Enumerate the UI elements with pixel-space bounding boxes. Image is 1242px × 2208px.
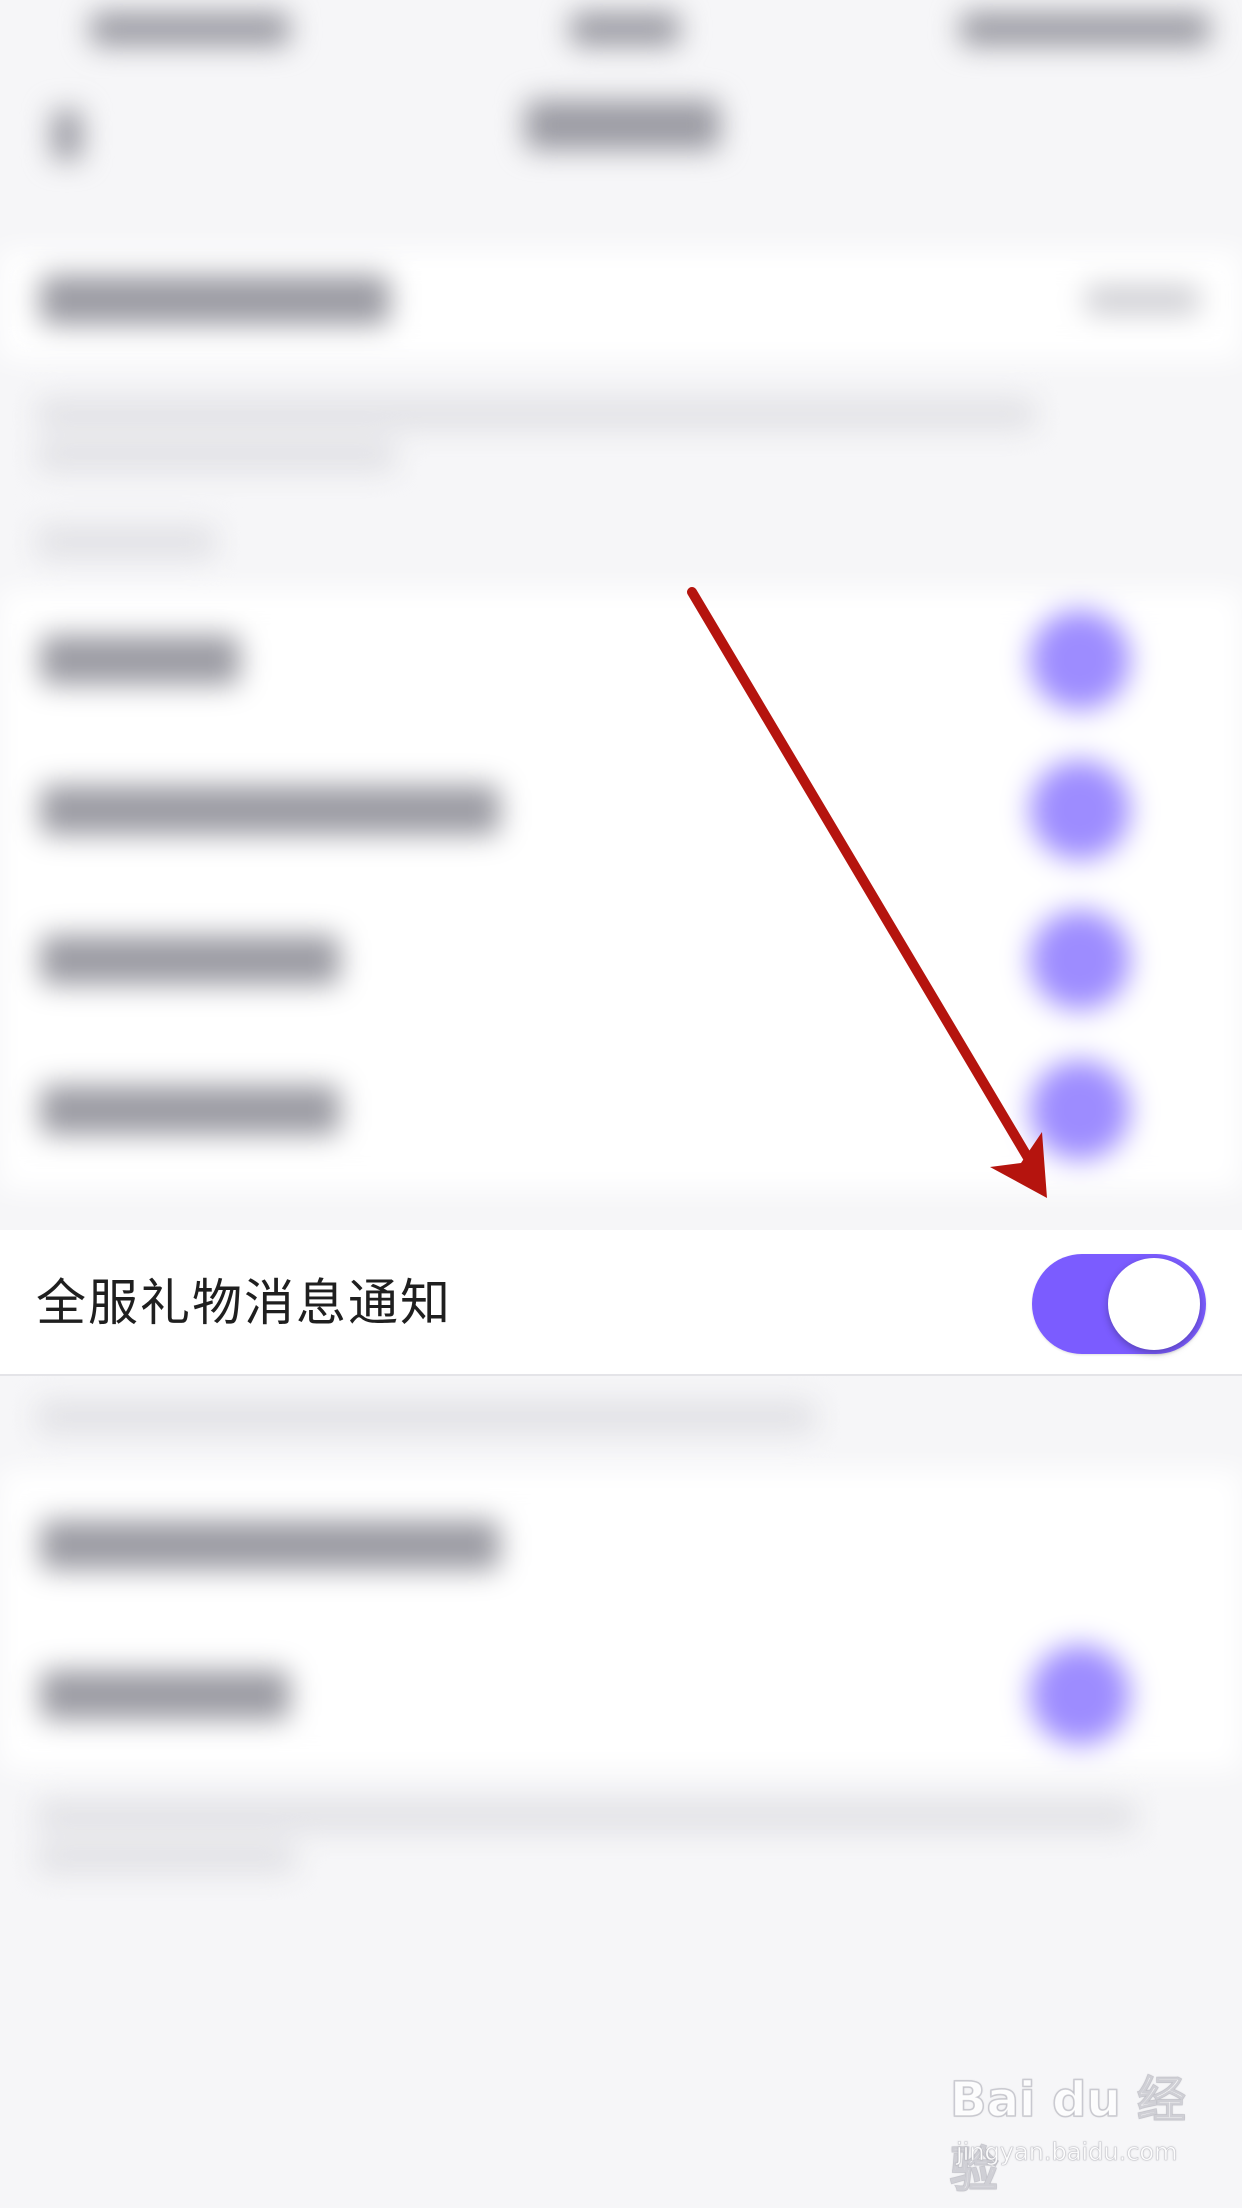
row-label [40,785,500,835]
description-line [36,440,396,472]
toggle[interactable] [1030,760,1130,860]
row-label [40,1085,340,1135]
description-line [36,398,1036,430]
back-chevron-icon[interactable] [52,110,82,160]
gift-notification-row: 全服礼物消息通知 [0,1230,1242,1376]
description-line [36,1400,816,1434]
toggle-knob [1108,1258,1200,1350]
watermark-logo: Bai du 经验 [949,2071,1186,2199]
row-value [1085,285,1200,315]
description-line [36,1842,296,1874]
blurred-background [0,0,1242,2208]
row-label [40,1670,290,1720]
row-label [40,935,340,985]
row-label [40,275,390,325]
page-title [525,100,720,150]
toggle[interactable] [1030,910,1130,1010]
status-bar-time [570,12,680,46]
gift-notification-toggle[interactable] [1032,1254,1206,1354]
toggle[interactable] [1030,1060,1130,1160]
settings-screen: 全服礼物消息通知 Bai du 经验 jingyan.baidu.com [0,0,1242,2208]
baidu-jingyan-watermark: Bai du 经验 jingyan.baidu.com [949,2060,1200,2199]
status-bar-carrier [90,12,290,46]
toggle[interactable] [1030,1645,1130,1745]
section-header [36,525,216,559]
row-label [40,635,240,685]
gift-notification-label: 全服礼物消息通知 [36,1274,452,1332]
status-bar-battery [960,12,1210,46]
description-line [36,1800,1136,1832]
watermark-url: jingyan.baidu.com [956,2138,1178,2167]
row-label [40,1520,500,1570]
toggle[interactable] [1030,610,1130,710]
